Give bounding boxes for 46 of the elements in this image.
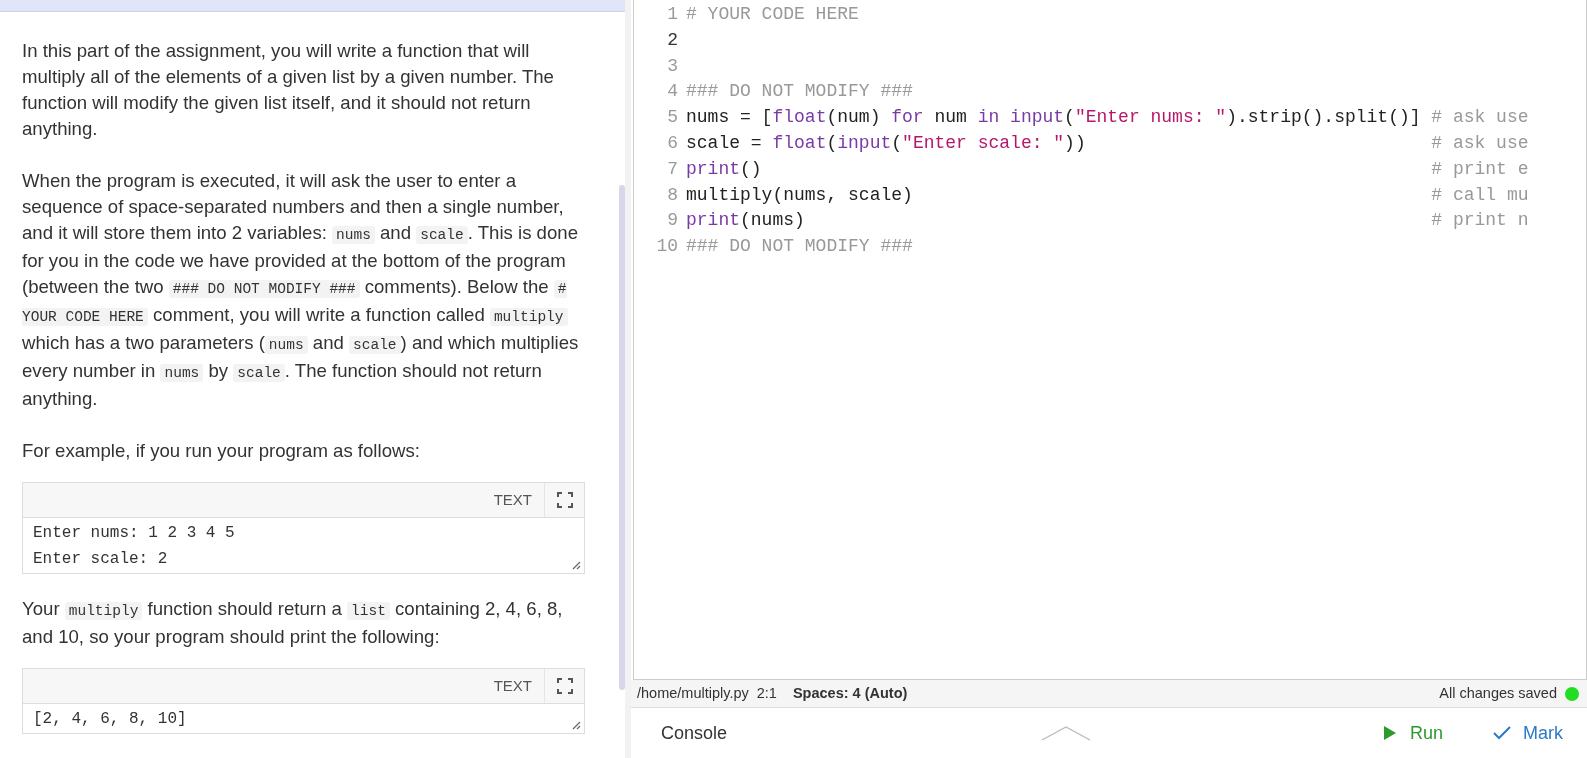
format-label: TEXT bbox=[492, 676, 533, 696]
run-button[interactable]: Run bbox=[1383, 719, 1443, 747]
line-number: 2 bbox=[666, 28, 679, 52]
code-comment: # ask use bbox=[1431, 132, 1529, 155]
output-line: [2, 4, 6, 8, 10] bbox=[33, 709, 188, 730]
console-tab[interactable]: Console bbox=[661, 719, 728, 747]
code-text: scale = float(input("Enter scale: ")) bbox=[686, 132, 1087, 155]
code-comment: # ask use bbox=[1431, 106, 1529, 130]
code-text: print() bbox=[686, 157, 763, 181]
line-number: 4 bbox=[666, 80, 679, 104]
scrollbar-thumb[interactable] bbox=[619, 185, 625, 690]
line-number: 3 bbox=[666, 54, 679, 78]
paragraph: For example, if you run your program as follows: bbox=[22, 439, 421, 463]
resize-icon[interactable] bbox=[571, 560, 581, 570]
paragraph: Your multiply function should return a list containing 2, 4, 6, 8, and 10, so your program should print the following: bbox=[22, 597, 564, 649]
code-comment: # print e bbox=[1431, 157, 1529, 181]
output-line: Enter scale: 2 bbox=[33, 549, 169, 570]
code-text: ### DO NOT MODIFY ### bbox=[686, 235, 914, 259]
mark-button[interactable]: Mark bbox=[1493, 719, 1563, 747]
play-icon bbox=[1383, 726, 1396, 740]
line-number: 6 bbox=[666, 132, 679, 155]
code-text: # YOUR CODE HERE bbox=[686, 3, 860, 26]
code-text: print(nums) bbox=[686, 209, 806, 233]
paragraph: In this part of the assignment, you will write a function that will multiply all of the elements of a given list by a given number. The function will modify the given list itself, and it should not return anything. bbox=[22, 39, 555, 141]
line-number: 8 bbox=[666, 183, 679, 207]
save-status: All changes saved bbox=[1439, 683, 1557, 703]
output-line: Enter nums: 1 2 3 4 5 bbox=[33, 523, 236, 544]
code-text: nums = [float(num) for num in input("Enter nums: ").strip().split()] bbox=[686, 106, 1422, 130]
fullscreen-icon bbox=[556, 492, 573, 508]
line-number: 5 bbox=[666, 106, 679, 130]
cursor-position: 2:1 bbox=[756, 683, 777, 703]
resize-icon[interactable] bbox=[571, 720, 581, 730]
code-text: ### DO NOT MODIFY ### bbox=[686, 80, 914, 104]
file-path: /home/multiply.py bbox=[637, 683, 749, 703]
code-text: multiply(nums, scale) bbox=[686, 183, 914, 207]
line-number: 7 bbox=[666, 157, 679, 181]
line-number: 9 bbox=[666, 209, 679, 233]
indent-setting[interactable]: Spaces: 4 (Auto) bbox=[792, 682, 908, 705]
line-number: 10 bbox=[655, 235, 679, 259]
line-number: 1 bbox=[666, 3, 679, 26]
fullscreen-icon bbox=[556, 678, 573, 694]
check-icon bbox=[1493, 726, 1511, 740]
code-comment: # call mu bbox=[1431, 183, 1529, 207]
paragraph: When the program is executed, it will ask the user to enter a sequence of space-separated numbers and then a single number, and it will store them into 2 variables: nums and scale . This is done for you in the code we have provided at the bottom of the program (between the two ### DO NOT MODIFY ### comments). Below the # YOUR CODE HERE comment, you will write a function called multiply which has a two parameters ( nums and scale ) and which multiplies every number in nums by scale . The function should not return anything. bbox=[22, 169, 580, 411]
code-comment: # print n bbox=[1431, 209, 1529, 233]
format-label: TEXT bbox=[492, 490, 533, 510]
